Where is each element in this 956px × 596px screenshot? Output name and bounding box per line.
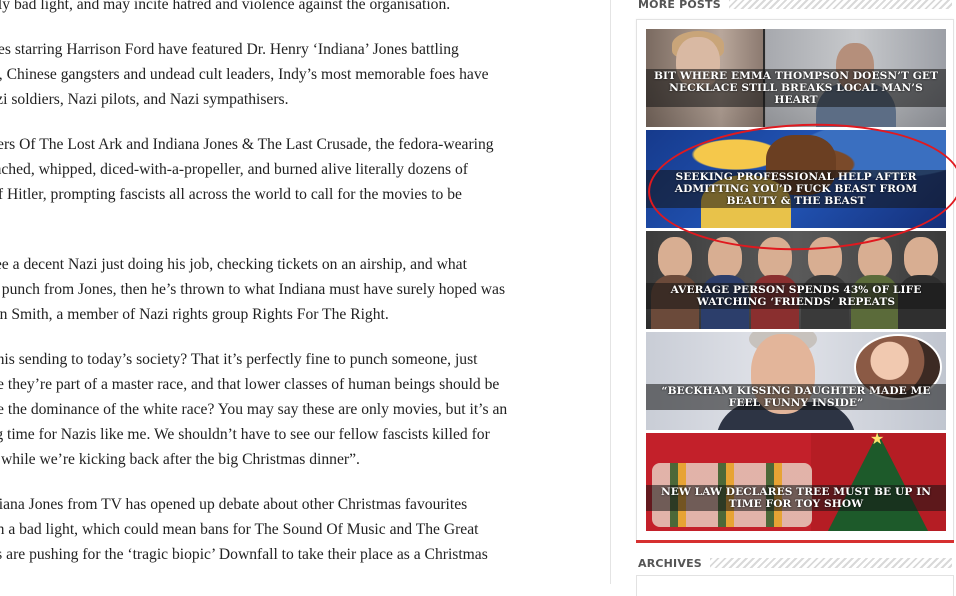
post-caption: BIT WHERE EMMA THOMPSON DOESN’T GET NECK…: [646, 69, 946, 107]
article-line: ens, Chinese gangsters and undead cult l…: [0, 66, 489, 83]
article-line: ent while we’re kicking back after the b…: [0, 451, 360, 468]
post-caption: AVERAGE PERSON SPENDS 43% OF LIFE WATCHI…: [646, 283, 946, 309]
archives-widget: [636, 575, 954, 596]
article-line: ovies starring Harrison Ford have featur…: [0, 41, 459, 58]
article-line: sure the dominance of the white race? Yo…: [0, 401, 508, 418]
more-posts-header: MORE POSTS: [638, 0, 952, 12]
article-line: dibly bad light, and may incite hatred a…: [0, 0, 451, 13]
article-line: ring time for Nazis like me. We shouldn’…: [0, 426, 490, 443]
article-line: ker punch from Jones, then he’s thrown t…: [0, 281, 506, 298]
header-stripes: [728, 0, 952, 9]
article-line: John Smith, a member of Nazi rights grou…: [0, 306, 389, 323]
post-caption: SEEKING PROFESSIONAL HELP AFTER ADMITTIN…: [646, 170, 946, 208]
article-paragraph-5: is this sending to today’s society? That…: [0, 347, 596, 472]
post-card-beckham-kissing[interactable]: “BECKHAM KISSING DAUGHTER MADE ME FEEL F…: [646, 332, 946, 430]
article-body: dibly bad light, and may incite hatred a…: [0, 0, 596, 587]
article-paragraph-2: ovies starring Harrison Ford have featur…: [0, 37, 596, 112]
column-divider: [610, 0, 611, 584]
post-thumbnail: [646, 332, 946, 430]
article-line: Nazi soldiers, Nazi pilots, and Nazi sym…: [0, 91, 289, 108]
more-posts-widget: BIT WHERE EMMA THOMPSON DOESN’T GET NECK…: [636, 19, 954, 541]
post-caption: “BECKHAM KISSING DAUGHTER MADE ME FEEL F…: [646, 384, 946, 410]
header-stripes: [709, 558, 952, 568]
sidebar: MORE POSTS BIT WHERE EMMA THOMPSON DOESN…: [636, 0, 954, 596]
article-paragraph-1: dibly bad light, and may incite hatred a…: [0, 0, 596, 17]
post-card-emma-thompson[interactable]: BIT WHERE EMMA THOMPSON DOESN’T GET NECK…: [646, 29, 946, 127]
archives-title: ARCHIVES: [638, 556, 710, 570]
post-card-beauty-and-the-beast[interactable]: SEEKING PROFESSIONAL HELP AFTER ADMITTIN…: [646, 130, 946, 228]
article-line: ieve they’re part of a master race, and …: [0, 376, 500, 393]
post-thumbnail: [646, 231, 946, 329]
article-line: azis are pushing for the ‘tragic biopic’…: [0, 546, 488, 563]
archives-header: ARCHIVES: [638, 555, 952, 571]
more-posts-title: MORE POSTS: [638, 0, 729, 11]
article-line: [0, 207, 596, 232]
post-caption: NEW LAW DECLARES TREE MUST BE UP IN TIME…: [646, 485, 946, 511]
article-line: is in a bad light, which could mean bans…: [0, 521, 479, 538]
article-paragraph-3: aiders Of The Lost Ark and Indiana Jones…: [0, 132, 596, 232]
article-line: punched, whipped, diced-with-a-propeller…: [0, 161, 468, 178]
article-line: e see a decent Nazi just doing his job, …: [0, 256, 467, 273]
post-thumbnail: ★: [646, 433, 946, 531]
article-line: dolf Hitler, prompting fascists all acro…: [0, 186, 462, 203]
article-paragraph-6: Indiana Jones from TV has opened up deba…: [0, 492, 596, 567]
article-line: aiders Of The Lost Ark and Indiana Jones…: [0, 136, 494, 153]
article-line: Indiana Jones from TV has opened up deba…: [0, 496, 468, 513]
post-card-christmas-tree-law[interactable]: ★ NEW LAW DECLARES TREE MUST BE UP IN TI…: [646, 433, 946, 531]
article-paragraph-4: e see a decent Nazi just doing his job, …: [0, 252, 596, 327]
widget-accent-rule: [636, 540, 954, 543]
star-icon: ★: [870, 433, 885, 448]
article-line: is this sending to today’s society? That…: [0, 351, 478, 368]
post-card-friends-repeats[interactable]: AVERAGE PERSON SPENDS 43% OF LIFE WATCHI…: [646, 231, 946, 329]
